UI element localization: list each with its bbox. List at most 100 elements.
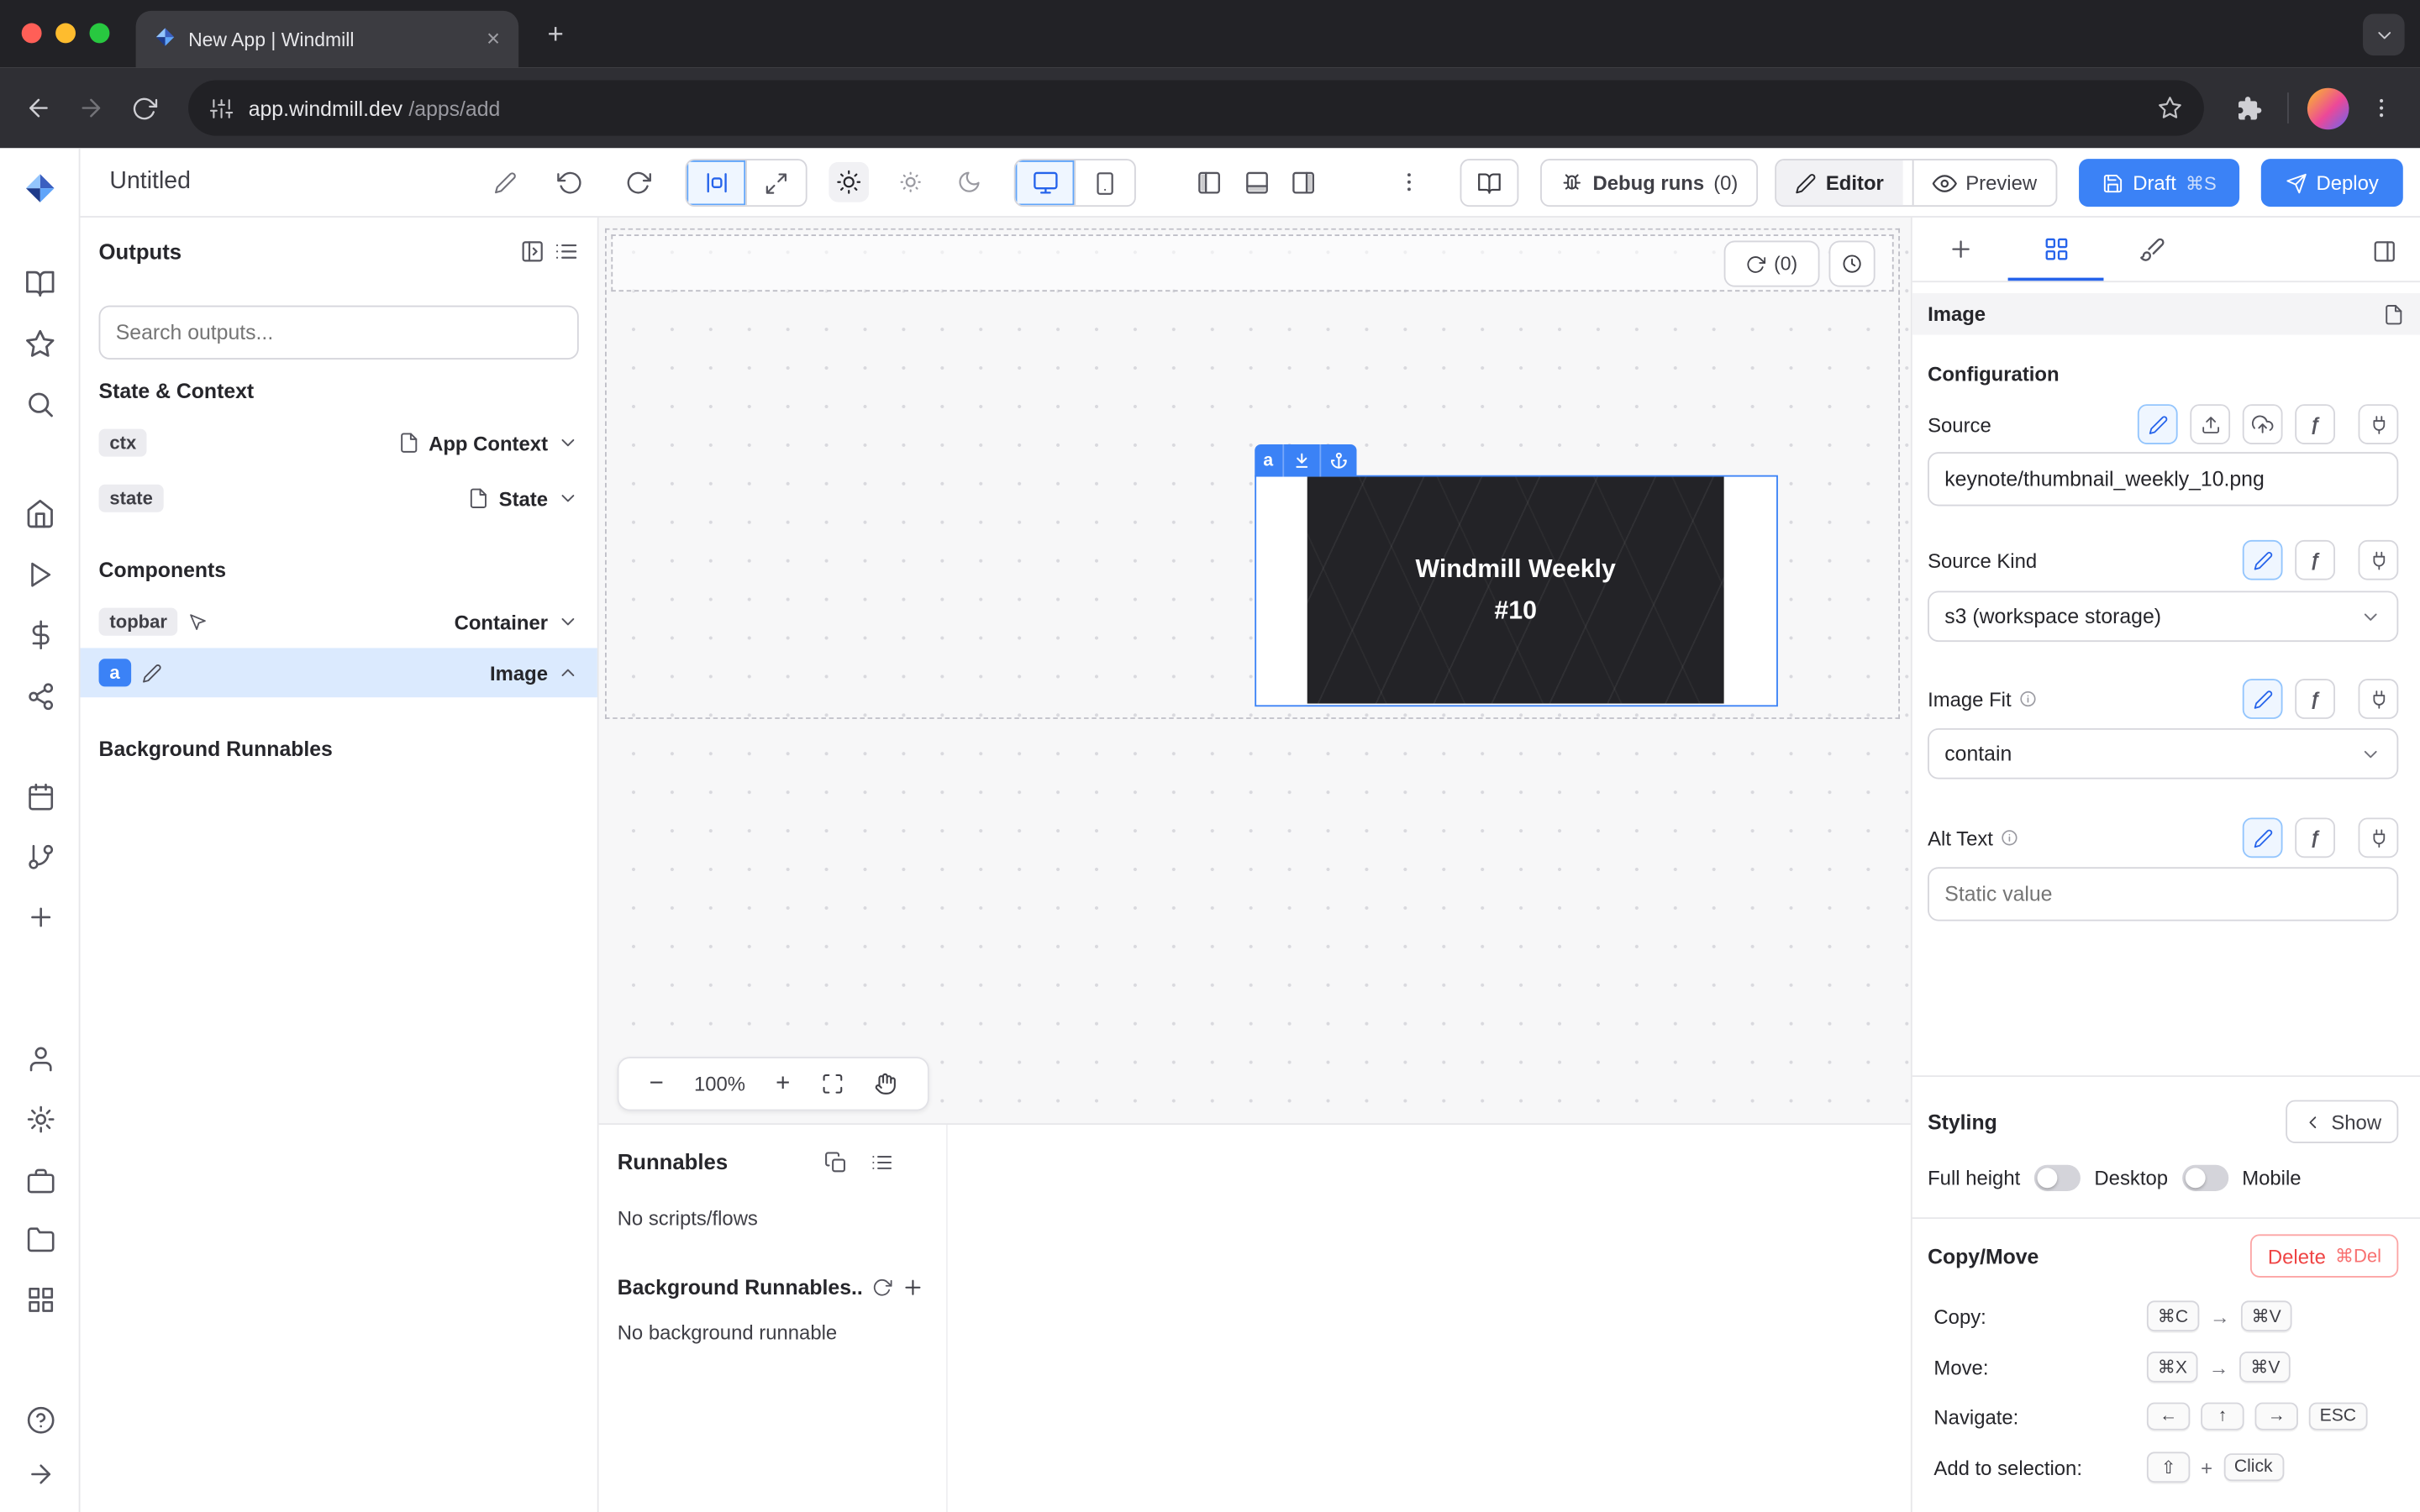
preview-tab[interactable]: Preview bbox=[1912, 160, 2055, 205]
home-icon[interactable] bbox=[22, 496, 59, 533]
anchor-icon[interactable] bbox=[1319, 444, 1356, 477]
theme-dim-icon[interactable] bbox=[891, 162, 931, 202]
workers-icon[interactable] bbox=[22, 1162, 59, 1199]
topbar-container-outline[interactable] bbox=[611, 234, 1893, 291]
users-icon[interactable] bbox=[22, 1040, 59, 1077]
more-options-kebab-icon[interactable] bbox=[1389, 162, 1429, 202]
rename-pencil-icon[interactable] bbox=[494, 171, 518, 194]
expand-down-icon[interactable] bbox=[1282, 444, 1319, 477]
edit-id-pencil-icon[interactable] bbox=[141, 663, 161, 683]
expand-sidebar-icon[interactable] bbox=[22, 1455, 59, 1492]
desktop-toggle[interactable] bbox=[2182, 1164, 2228, 1190]
editor-tab[interactable]: Editor bbox=[1776, 160, 1902, 205]
styling-tab[interactable] bbox=[2103, 218, 2199, 281]
delete-button[interactable]: Delete ⌘Del bbox=[2251, 1234, 2399, 1277]
static-pencil-icon[interactable] bbox=[2243, 817, 2283, 858]
variables-icon[interactable] bbox=[22, 616, 59, 653]
search-icon[interactable] bbox=[22, 386, 59, 423]
debug-runs-button[interactable]: Debug runs (0) bbox=[1540, 159, 1758, 207]
state-doc-icon[interactable] bbox=[468, 487, 490, 509]
maximize-window-button[interactable] bbox=[90, 24, 110, 44]
profile-avatar[interactable] bbox=[2307, 87, 2349, 129]
selection-id[interactable]: a bbox=[1254, 444, 1282, 477]
deploy-button[interactable]: Deploy bbox=[2261, 159, 2403, 207]
schedules-icon[interactable] bbox=[22, 778, 59, 815]
refresh-app-button[interactable]: (0) bbox=[1724, 241, 1820, 287]
draft-button[interactable]: Draft ⌘S bbox=[2079, 159, 2239, 207]
selected-image-component[interactable]: a Windmill Weekly #10 bbox=[1255, 475, 1778, 707]
chevron-up-icon[interactable] bbox=[557, 662, 579, 684]
collapse-outputs-icon[interactable] bbox=[520, 239, 544, 264]
ctx-doc-icon[interactable] bbox=[397, 432, 419, 454]
collapse-inspector-icon[interactable] bbox=[2365, 232, 2405, 272]
docs-button[interactable] bbox=[1460, 159, 1519, 207]
apps-grid-icon[interactable] bbox=[22, 1280, 59, 1317]
history-button[interactable] bbox=[1829, 241, 1876, 287]
state-row[interactable]: state State bbox=[81, 474, 597, 523]
toggle-right-panel-icon[interactable] bbox=[1282, 162, 1323, 202]
flows-icon[interactable] bbox=[22, 837, 59, 874]
eval-icon[interactable]: ƒ bbox=[2295, 404, 2335, 444]
cloud-upload-icon[interactable] bbox=[2243, 404, 2283, 444]
connect-plug-icon[interactable] bbox=[2359, 817, 2399, 858]
add-runnable-plus-icon[interactable] bbox=[902, 1276, 925, 1299]
static-pencil-icon[interactable] bbox=[2138, 404, 2178, 444]
theme-dark-moon-icon[interactable] bbox=[950, 162, 990, 202]
browser-tab[interactable]: New App | Windmill × bbox=[136, 11, 519, 68]
runs-icon[interactable] bbox=[22, 555, 59, 592]
runnables-list-icon[interactable] bbox=[871, 1151, 894, 1174]
toggle-left-panel-icon[interactable] bbox=[1188, 162, 1228, 202]
state-chip[interactable]: state bbox=[99, 485, 164, 512]
close-window-button[interactable] bbox=[22, 24, 42, 44]
bookmark-star-icon[interactable] bbox=[2158, 96, 2182, 120]
app-title[interactable]: Untitled bbox=[109, 168, 191, 196]
extensions-icon[interactable] bbox=[2228, 88, 2269, 129]
runnables-copy-icon[interactable] bbox=[824, 1151, 848, 1174]
topbar-chip[interactable]: topbar bbox=[99, 608, 178, 636]
toggle-bottom-panel-icon[interactable] bbox=[1236, 162, 1276, 202]
image-fit-select[interactable]: contain bbox=[1928, 728, 2398, 780]
source-kind-select[interactable]: s3 (workspace storage) bbox=[1928, 591, 2398, 642]
eval-icon[interactable]: ƒ bbox=[2295, 679, 2335, 719]
eval-icon[interactable]: ƒ bbox=[2295, 540, 2335, 580]
browser-menu-icon[interactable] bbox=[2361, 88, 2402, 129]
alt-text-input[interactable] bbox=[1928, 867, 2398, 921]
theme-light-icon[interactable] bbox=[829, 162, 869, 202]
resources-icon[interactable] bbox=[22, 677, 59, 714]
create-plus-icon[interactable] bbox=[22, 898, 59, 935]
connect-plug-icon[interactable] bbox=[2359, 404, 2399, 444]
docs-icon[interactable] bbox=[22, 265, 59, 302]
mobile-view-toggle[interactable] bbox=[1074, 160, 1134, 205]
forward-button[interactable] bbox=[71, 88, 111, 129]
new-tab-button[interactable]: + bbox=[537, 15, 574, 52]
undo-icon[interactable] bbox=[550, 162, 590, 202]
static-pencil-icon[interactable] bbox=[2243, 679, 2283, 719]
ctx-row[interactable]: ctx App Context bbox=[81, 418, 597, 468]
refresh-runnables-icon[interactable] bbox=[872, 1278, 892, 1298]
full-height-toggle[interactable] bbox=[2034, 1164, 2081, 1190]
topbar-component-row[interactable]: topbar Container bbox=[81, 597, 597, 647]
connect-plug-icon[interactable] bbox=[2359, 540, 2399, 580]
source-input[interactable] bbox=[1928, 452, 2398, 506]
pan-hand-icon[interactable] bbox=[874, 1073, 897, 1096]
fit-view-icon[interactable] bbox=[820, 1073, 844, 1096]
insert-component-tab[interactable] bbox=[1912, 218, 2008, 281]
settings-gear-icon[interactable] bbox=[22, 1100, 59, 1137]
a-chip[interactable]: a bbox=[99, 659, 131, 686]
chevron-down-icon[interactable] bbox=[557, 611, 579, 633]
chevron-down-icon[interactable] bbox=[557, 487, 579, 509]
folders-icon[interactable] bbox=[22, 1221, 59, 1257]
zoom-in-button[interactable]: + bbox=[776, 1070, 790, 1098]
windmill-logo[interactable] bbox=[22, 170, 59, 207]
desktop-view-toggle[interactable] bbox=[1016, 160, 1075, 205]
address-bar[interactable]: app.windmill.dev/apps/add bbox=[188, 81, 2204, 136]
zoom-out-button[interactable]: − bbox=[650, 1070, 664, 1098]
expand-canvas-toggle[interactable] bbox=[745, 160, 806, 205]
show-styling-button[interactable]: Show bbox=[2286, 1100, 2398, 1143]
connect-plug-icon[interactable] bbox=[2359, 679, 2399, 719]
reload-button[interactable] bbox=[124, 88, 164, 129]
ctx-chip[interactable]: ctx bbox=[99, 429, 148, 457]
search-outputs-input[interactable] bbox=[99, 306, 579, 360]
eval-icon[interactable]: ƒ bbox=[2295, 817, 2335, 858]
app-canvas[interactable]: (0) a Windmill Weekly #10 − 100% + bbox=[599, 218, 1911, 1123]
